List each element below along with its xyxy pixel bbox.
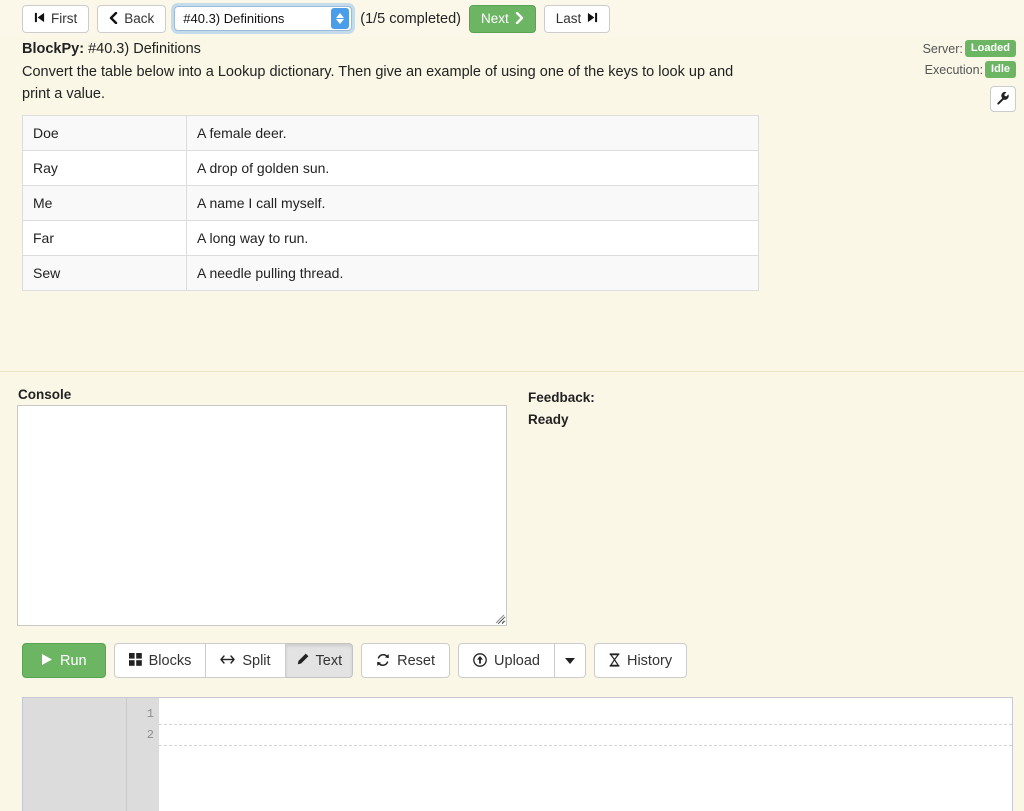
server-status-row: Server: Loaded <box>923 38 1016 59</box>
line-number: 1 <box>146 707 154 721</box>
view-mode-group: Blocks Split Text <box>113 643 354 678</box>
progress-text: (1/5 completed) <box>360 10 462 27</box>
next-button-label: Next <box>481 11 509 26</box>
split-button[interactable]: Split <box>206 643 286 678</box>
blocks-icon <box>128 653 142 668</box>
upload-button[interactable]: Upload <box>458 643 555 678</box>
chevron-down-icon <box>564 657 575 664</box>
back-button-label: Back <box>124 11 155 26</box>
code-line[interactable] <box>159 725 1012 746</box>
table-cell-key: Far <box>22 220 187 256</box>
table-row: Me A name I call myself. <box>22 185 759 221</box>
instruction-text: Convert the table below into a Lookup di… <box>22 64 734 102</box>
editor-line-gutter: 1 2 <box>127 698 159 811</box>
definitions-table: Doe A female deer. Ray A drop of golden … <box>22 115 759 291</box>
table-cell-value: A drop of golden sun. <box>186 150 759 186</box>
upload-group: Upload <box>458 643 586 678</box>
table-cell-key: Doe <box>22 115 187 151</box>
execution-status-badge: Idle <box>985 61 1016 78</box>
upload-circle-icon <box>473 652 487 669</box>
editor-text-area[interactable] <box>159 698 1012 811</box>
feedback-label: Feedback: <box>528 390 595 405</box>
server-status-label: Server: <box>922 41 963 56</box>
table-cell-key: Me <box>22 185 187 221</box>
app-name: BlockPy: <box>22 41 85 57</box>
run-button-label: Run <box>60 652 87 669</box>
table-cell-key: Sew <box>22 255 187 291</box>
first-button[interactable]: First <box>22 4 90 33</box>
assignment-select[interactable]: #40.3) Definitions <box>174 6 353 31</box>
code-line[interactable] <box>159 704 1012 725</box>
upload-dropdown-toggle[interactable] <box>554 643 586 678</box>
execution-status-row: Execution: Idle <box>923 59 1016 80</box>
console-label: Console <box>18 387 72 402</box>
text-button[interactable]: Text <box>285 643 354 678</box>
table-cell-value: A needle pulling thread. <box>186 255 759 291</box>
instructions-panel: BlockPy: #40.3) Definitions Convert the … <box>22 40 772 105</box>
assignment-title: #40.3) Definitions <box>84 41 201 57</box>
arrows-horizontal-icon <box>220 654 236 667</box>
assignment-select-wrapper: #40.3) Definitions <box>174 6 353 31</box>
blocks-button-label: Blocks <box>148 652 192 669</box>
hourglass-icon <box>609 652 620 669</box>
table-body: Doe A female deer. Ray A drop of golden … <box>22 115 759 291</box>
section-divider <box>0 371 1024 372</box>
table-row: Ray A drop of golden sun. <box>22 150 759 186</box>
last-button-label: Last <box>555 11 582 26</box>
chevron-right-icon <box>515 11 524 26</box>
line-number: 2 <box>146 728 154 742</box>
reset-button[interactable]: Reset <box>361 643 451 678</box>
resize-handle-icon[interactable] <box>492 611 505 624</box>
execution-status-label: Execution: <box>924 62 984 77</box>
feedback-panel: Feedback: Ready <box>528 387 595 431</box>
back-button[interactable]: Back <box>97 4 167 33</box>
editor-toolbar: Run Blocks Split Text Reset Upload Histo… <box>22 643 688 678</box>
step-backward-icon <box>34 12 45 25</box>
server-status-badge: Loaded <box>964 40 1016 57</box>
next-button[interactable]: Next <box>469 4 536 33</box>
table-row: Sew A needle pulling thread. <box>22 255 759 291</box>
play-icon <box>41 653 53 668</box>
console-output[interactable] <box>17 405 507 626</box>
refresh-icon <box>376 653 390 669</box>
step-forward-icon <box>587 12 598 25</box>
first-button-label: First <box>51 11 78 26</box>
status-panel: Server: Loaded Execution: Idle <box>923 38 1016 112</box>
last-button[interactable]: Last <box>543 4 611 33</box>
history-button-label: History <box>626 652 673 669</box>
text-button-label: Text <box>315 652 343 669</box>
code-editor[interactable]: 1 2 <box>22 697 1013 811</box>
chevron-left-icon <box>109 11 118 26</box>
upload-button-label: Upload <box>494 652 540 669</box>
table-row: Far A long way to run. <box>22 220 759 256</box>
split-button-label: Split <box>242 652 271 669</box>
run-button[interactable]: Run <box>22 643 106 678</box>
settings-button[interactable] <box>990 86 1016 112</box>
table-cell-key: Ray <box>22 150 187 186</box>
blocks-button[interactable]: Blocks <box>113 643 207 678</box>
table-cell-value: A name I call myself. <box>186 185 759 221</box>
navigation-toolbar: First Back #40.3) Definitions (1/5 compl… <box>0 0 1024 37</box>
wrench-icon <box>996 91 1010 108</box>
reset-button-label: Reset <box>397 652 436 669</box>
editor-side-panel <box>23 698 127 811</box>
table-row: Doe A female deer. <box>22 115 759 151</box>
pencil-icon <box>296 653 309 668</box>
table-cell-value: A female deer. <box>186 115 759 151</box>
history-button[interactable]: History <box>593 643 688 678</box>
page-title: BlockPy: #40.3) Definitions <box>22 40 772 59</box>
feedback-status: Ready <box>528 412 569 427</box>
table-cell-value: A long way to run. <box>186 220 759 256</box>
